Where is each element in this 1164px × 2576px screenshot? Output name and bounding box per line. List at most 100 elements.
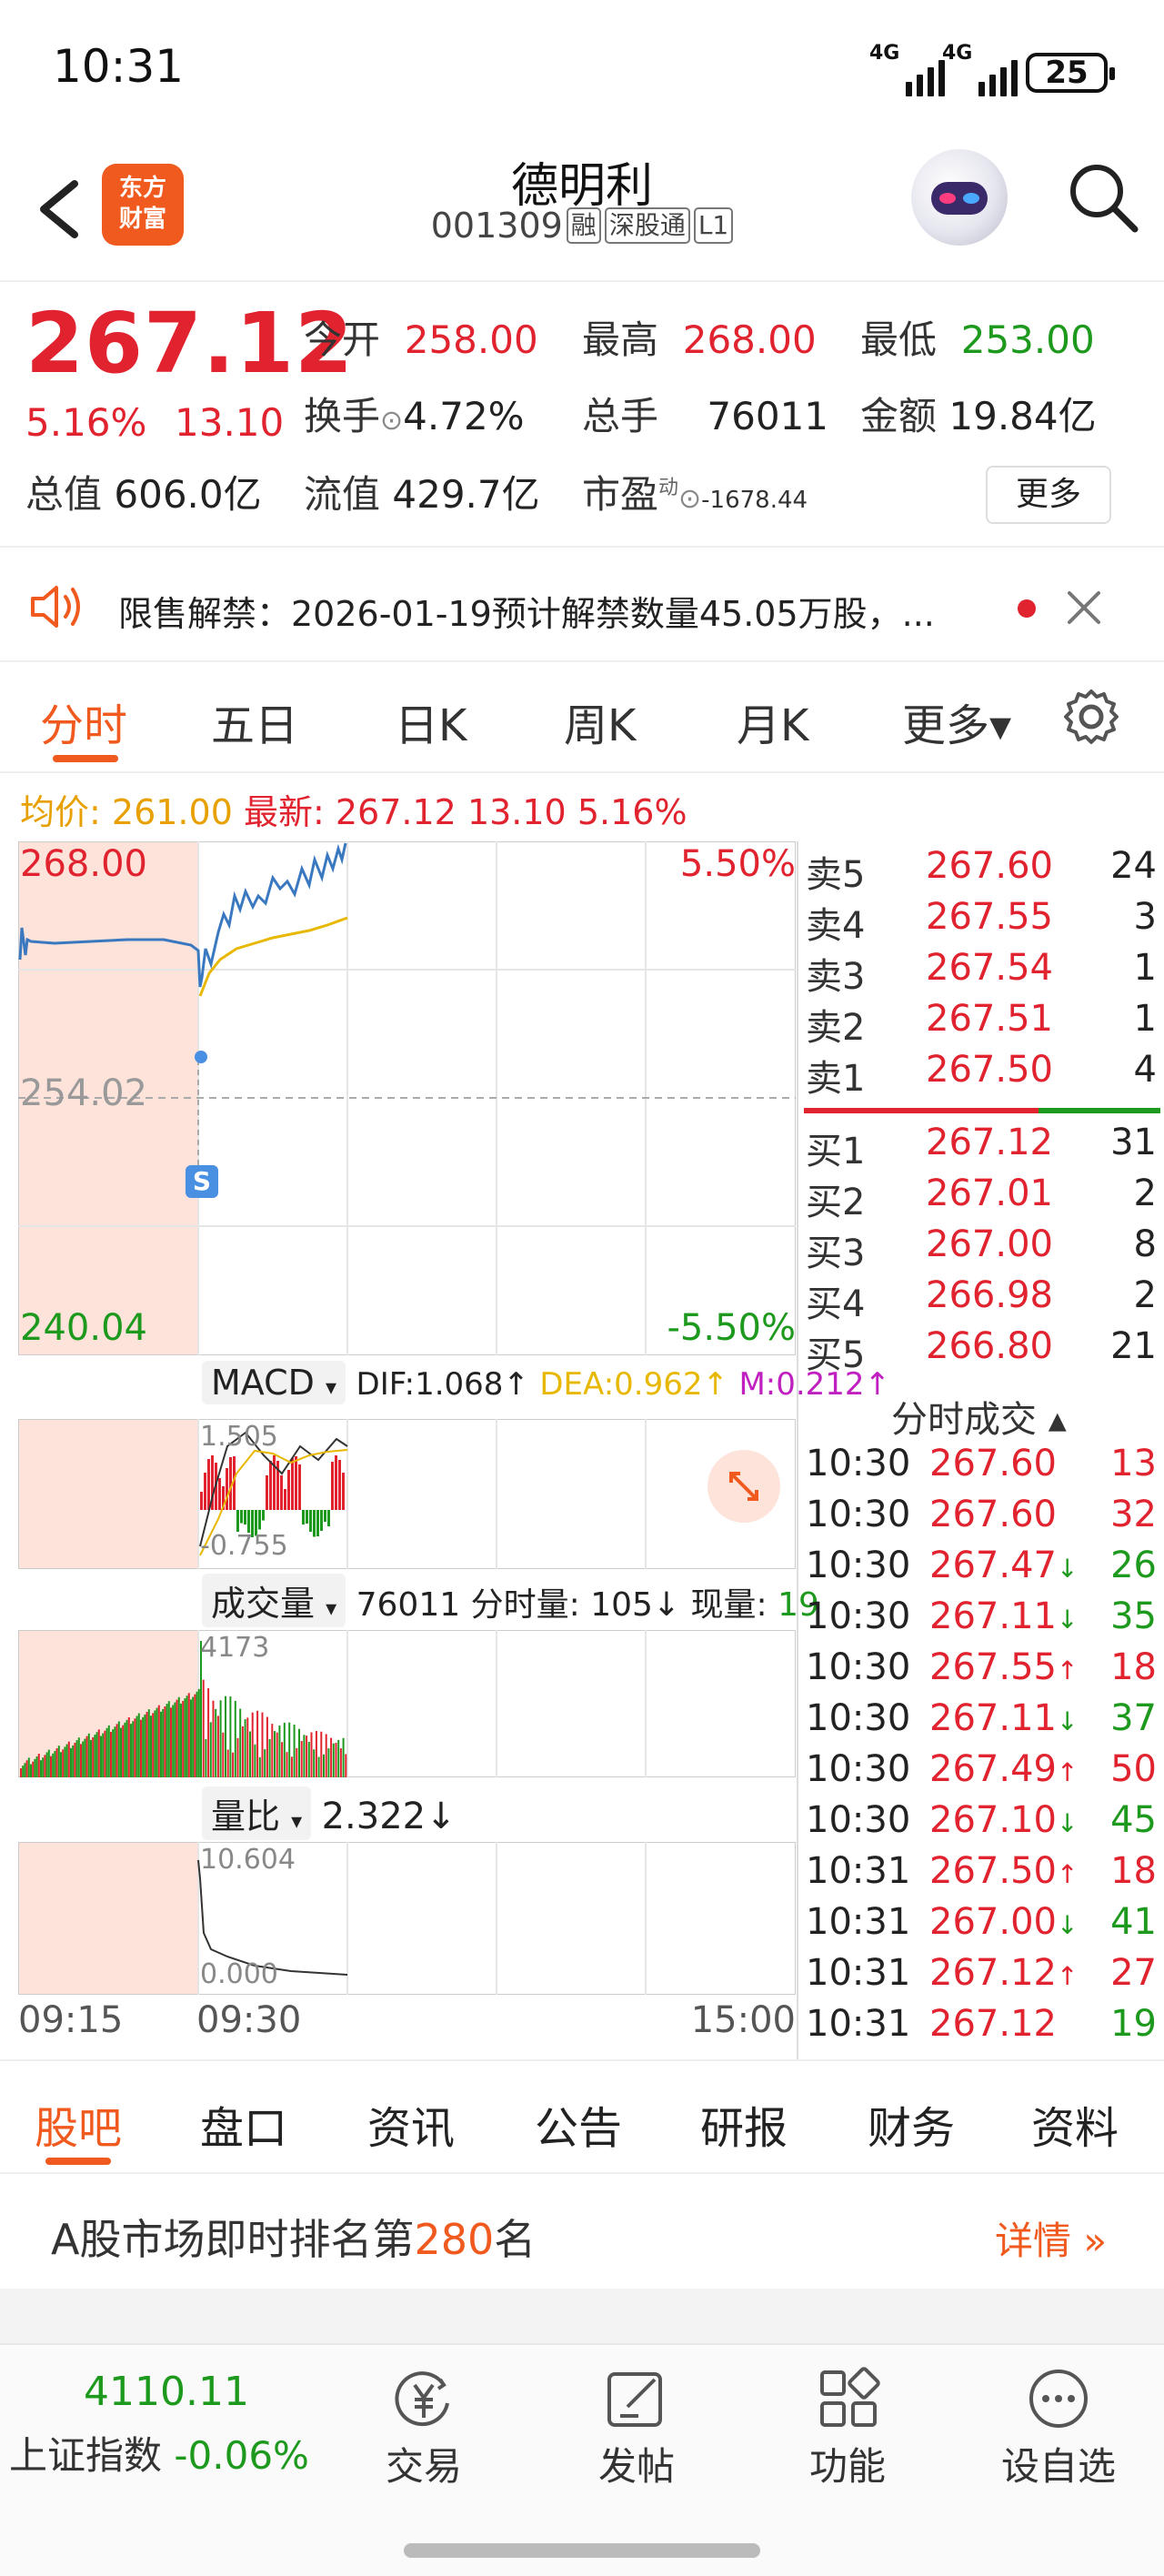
macd-bar (258, 1510, 261, 1530)
ask-price: 267.55 (926, 896, 1053, 938)
pe-cell[interactable]: 市盈动⊙-1678.44 (582, 464, 808, 519)
rank-detail-link[interactable]: 详情 » (995, 2210, 1107, 2266)
ask-volume: 24 (1110, 845, 1157, 887)
sim1-label: 4G (869, 42, 900, 65)
tick-price: 267.55↑ (929, 1646, 1079, 1688)
volume-bar (162, 1708, 165, 1777)
volume-bar (72, 1745, 75, 1777)
volume-bar (300, 1741, 303, 1777)
ask-row[interactable]: 卖3 267.54 1 (798, 947, 1164, 998)
nav-post[interactable]: 发帖 (564, 2367, 709, 2491)
nav-features[interactable]: 功能 (775, 2367, 920, 2491)
more-button[interactable]: 更多 (986, 466, 1111, 524)
tab-daily-k[interactable]: 日K (395, 689, 467, 753)
volume-bar (215, 1708, 217, 1777)
tab-monthly-k[interactable]: 月K (737, 689, 808, 753)
expand-button[interactable] (707, 1450, 780, 1523)
volume-bar (170, 1707, 172, 1777)
tick-row: 10:30 267.11↓ 37 (798, 1697, 1164, 1748)
ask-row[interactable]: 卖2 267.51 1 (798, 998, 1164, 1049)
close-icon[interactable] (1066, 589, 1102, 626)
axis-bottom-price: 240.04 (20, 1307, 147, 1349)
volume-bar (80, 1744, 82, 1777)
volume-bar (246, 1717, 249, 1777)
macd-selector[interactable]: MACD ▾ (202, 1361, 346, 1404)
tab-profile[interactable]: 资料 (1031, 2092, 1119, 2156)
volume-bar (306, 1736, 308, 1777)
tick-volume: 35 (1110, 1595, 1157, 1637)
tick-price: 267.60 (929, 1494, 1057, 1535)
tab-research[interactable]: 研报 (700, 2092, 788, 2156)
volume-bar (290, 1756, 293, 1777)
avg-value: 261.00 (111, 792, 233, 832)
tick-row: 10:31 267.00↓ 41 (798, 1901, 1164, 1952)
macd-chart[interactable]: 1.505 -0.755 (17, 1418, 797, 1570)
ratio-selector[interactable]: 量比 ▾ (202, 1786, 312, 1840)
bid-row[interactable]: 买4 266.98 2 (798, 1274, 1164, 1325)
volume-bar (104, 1730, 106, 1777)
tab-news[interactable]: 资讯 (367, 2092, 455, 2156)
volume-bar (146, 1712, 148, 1777)
edit-post-icon (607, 2372, 662, 2427)
tick-row: 10:31 267.12↑ 27 (798, 1952, 1164, 2003)
mktcap-cell: 总值 606.0亿 (25, 464, 262, 519)
tab-forum[interactable]: 股吧 (35, 2092, 122, 2156)
macd-lo: -0.755 (200, 1530, 288, 1562)
tab-intraday[interactable]: 分时 (40, 689, 127, 753)
ticks-title[interactable]: 分时成交 ▴ (891, 1390, 1067, 1443)
search-button[interactable] (1062, 156, 1144, 238)
bid-row[interactable]: 买3 267.00 8 (798, 1223, 1164, 1274)
tab-more[interactable]: 更多▾ (902, 689, 1011, 753)
volume-bar (154, 1710, 156, 1777)
macd-bar (298, 1464, 301, 1510)
tick-volume: 32 (1110, 1494, 1157, 1535)
volume-bar (332, 1743, 335, 1777)
nav-trade[interactable]: 交易 (351, 2367, 497, 2491)
volume-bar (166, 1704, 168, 1777)
ask-row[interactable]: 卖1 267.50 4 (798, 1049, 1164, 1100)
ask-volume: 3 (1133, 896, 1157, 938)
intraday-price-chart[interactable]: 268.00 254.02 240.04 5.50% -5.50% S (17, 840, 797, 1356)
ask-row[interactable]: 卖4 267.55 3 (798, 896, 1164, 947)
volume-bar (100, 1736, 102, 1777)
macd-bar (309, 1510, 312, 1532)
volume-bar (182, 1701, 185, 1777)
robot-assistant-icon[interactable] (911, 149, 1008, 246)
ask-row[interactable]: 卖5 267.60 24 (798, 845, 1164, 896)
volume-bar (225, 1696, 226, 1777)
bid-row[interactable]: 买1 267.12 31 (798, 1122, 1164, 1172)
macd-bar (240, 1510, 243, 1524)
arrow-up-icon: ↑ (1056, 1859, 1079, 1889)
notice-bar[interactable]: 限售解禁：2026-01-19预计解禁数量45.05万股，... (0, 549, 1164, 662)
volume-chart[interactable]: 4173 (17, 1629, 797, 1778)
home-indicator[interactable] (404, 2543, 760, 2558)
settings-gear-icon[interactable] (1060, 686, 1122, 748)
volume-cell: 总手 76011 (582, 386, 828, 441)
volume-bar (239, 1708, 242, 1777)
macd-bar (204, 1473, 206, 1510)
status-time: 10:31 (53, 40, 185, 93)
nav-watchlist[interactable]: 设自选 (986, 2367, 1131, 2491)
tab-finance[interactable]: 财务 (868, 2092, 955, 2156)
bid-row[interactable]: 买5 266.80 21 (798, 1325, 1164, 1376)
pe-sup: 动 (658, 477, 679, 499)
tab-five-day[interactable]: 五日 (211, 689, 298, 753)
rank-bar[interactable]: A股市场即时排名第280名 详情 » (0, 2176, 1164, 2289)
volume-ratio-chart[interactable]: 10.604 0.000 (17, 1841, 797, 1996)
volume-bar (95, 1732, 98, 1777)
bid-row[interactable]: 买2 267.01 2 (798, 1172, 1164, 1223)
ask-level-label: 卖2 (806, 1007, 866, 1049)
volume-bar (241, 1726, 244, 1777)
info-icon: ⊙ (678, 483, 702, 515)
turnover-cell[interactable]: 换手⊙4.72% (304, 386, 525, 441)
event-marker-s[interactable]: S (186, 1165, 218, 1198)
tab-announcements[interactable]: 公告 (535, 2092, 622, 2156)
open-value: 258.00 (404, 317, 538, 362)
bid-level-label: 买1 (806, 1131, 866, 1172)
bid-price: 267.12 (926, 1122, 1053, 1163)
tab-quote[interactable]: 盘口 (200, 2092, 287, 2156)
macd-bar (313, 1510, 316, 1537)
tab-weekly-k[interactable]: 周K (564, 689, 636, 753)
volume-bar (202, 1679, 205, 1777)
volume-selector[interactable]: 成交量 ▾ (202, 1574, 346, 1627)
